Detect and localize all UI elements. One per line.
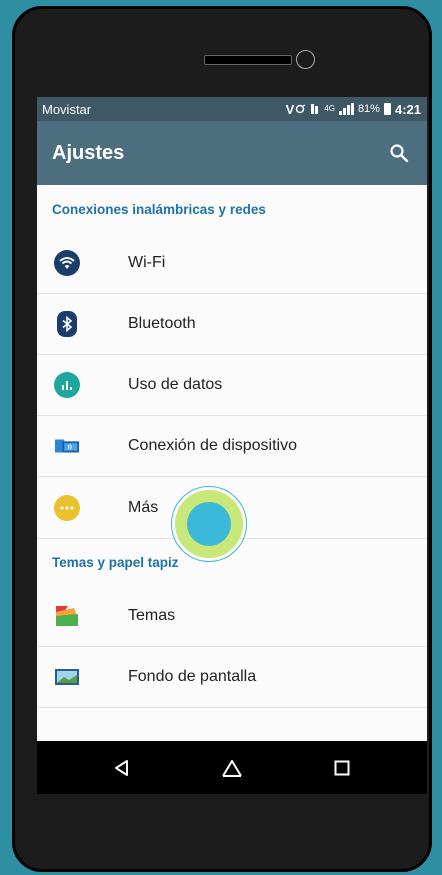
settings-item-data-usage[interactable]: Uso de datos [37,355,427,416]
themes-icon [54,603,80,629]
recents-icon[interactable] [327,753,357,783]
clock: 4:21 [394,101,421,117]
status-icons: V 4G 81% 4:21 [286,102,421,117]
settings-item-label: Conexión de dispositivo [128,437,297,454]
carrier-name: Movistar [42,101,92,117]
wifi-icon [54,250,80,276]
status-bar: Movistar V 4G 81% 4:21 [37,97,427,121]
battery-icon [383,103,391,115]
search-icon[interactable] [387,141,411,165]
settings-item-label: Fondo de pantalla [128,668,257,685]
back-icon[interactable] [107,753,137,783]
data-usage-icon [54,372,80,398]
home-icon[interactable] [217,753,247,783]
touch-indicator [171,486,247,562]
settings-item-device-connection[interactable]: Conexión de dispositivo [37,416,427,477]
navigation-bar [37,741,427,794]
settings-item-label: Bluetooth [128,315,196,332]
device-connection-icon [54,433,80,459]
settings-item-label: Más [128,498,159,516]
settings-item-themes[interactable]: Temas [37,586,427,647]
settings-list: Conexiones inalámbricas y redes Wi-Fi Bl… [37,185,427,708]
signal-icon [338,103,354,115]
front-camera [296,50,315,69]
bluetooth-icon [54,311,80,337]
phone-screen: Movistar V 4G 81% 4:21 Ajustes Conexione… [37,97,427,794]
app-bar: Ajustes [37,121,427,185]
settings-item-wifi[interactable]: Wi-Fi [37,233,427,294]
network-type-label: 4G [324,104,335,113]
speaker-grille [204,55,292,65]
section-header-wireless: Conexiones inalámbricas y redes [52,201,266,217]
wallpaper-icon [54,664,80,690]
settings-item-bluetooth[interactable]: Bluetooth [37,294,427,355]
hd-call-icon [311,104,319,114]
settings-item-wallpaper[interactable]: Fondo de pantalla [37,647,427,708]
settings-item-label: Temas [128,607,176,624]
more-icon [54,494,80,521]
settings-item-label: Uso de datos [128,376,223,393]
page-title: Ajustes [52,141,125,164]
battery-percent: 81% [357,103,380,115]
settings-item-label: Wi-Fi [128,254,166,271]
volte-icon: V [286,102,307,117]
